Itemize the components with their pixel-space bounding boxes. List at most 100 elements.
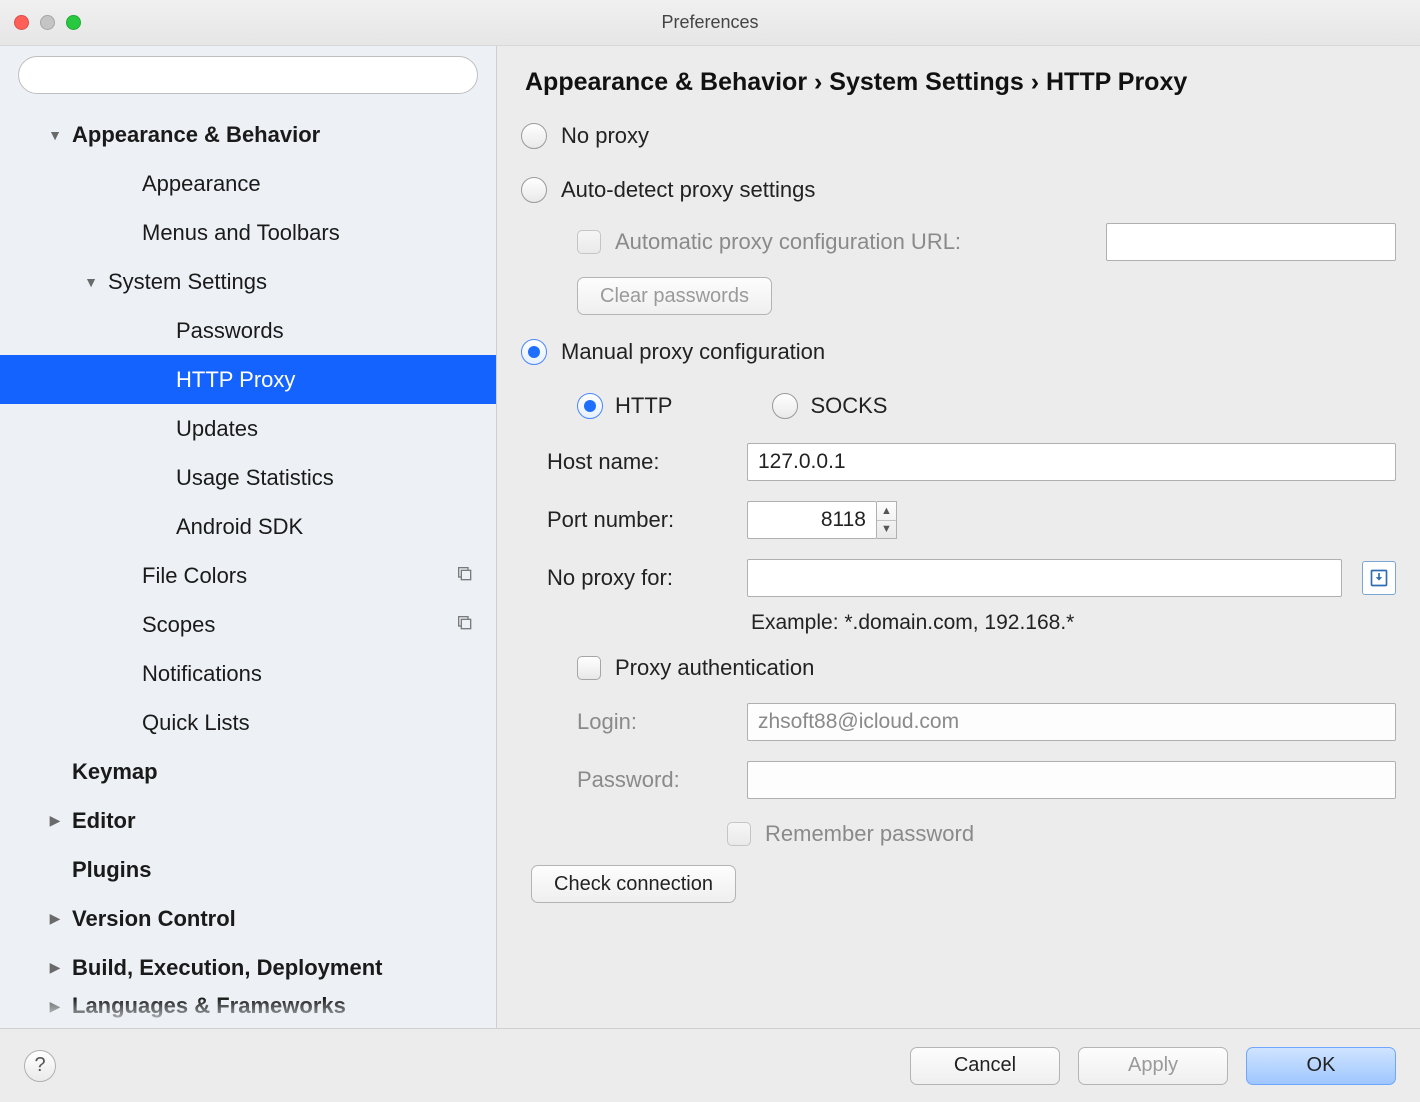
tree-item-label: Notifications [142, 661, 496, 687]
tree-item-keymap[interactable]: Keymap [0, 747, 496, 796]
tree-item-notifications[interactable]: Notifications [0, 649, 496, 698]
stepper-up-icon[interactable]: ▲ [877, 502, 896, 521]
arrow-spacer [114, 225, 136, 241]
settings-tree: ▼Appearance & Behavior Appearance Menus … [0, 104, 496, 1028]
host-name-input[interactable] [747, 443, 1396, 481]
no-proxy-for-input[interactable] [747, 559, 1342, 597]
expand-edit-button[interactable] [1362, 561, 1396, 595]
tree-item-plugins[interactable]: Plugins [0, 845, 496, 894]
socks-radio[interactable] [772, 393, 798, 419]
tree-item-http-proxy[interactable]: HTTP Proxy [0, 355, 496, 404]
tree-item-android-sdk[interactable]: Android SDK [0, 502, 496, 551]
chevron-right-icon: ▶ [44, 959, 66, 976]
port-number-stepper[interactable]: ▲ ▼ [747, 501, 897, 539]
arrow-spacer [148, 421, 170, 437]
tree-item-label: Build, Execution, Deployment [72, 955, 496, 981]
tree-item-updates[interactable]: Updates [0, 404, 496, 453]
no-proxy-example: Example: *.domain.com, 192.168.* [521, 611, 1396, 635]
sidebar-fade [0, 998, 496, 1028]
tree-item-label: Usage Statistics [176, 465, 496, 491]
tree-item-scopes[interactable]: Scopes [0, 600, 496, 649]
port-number-label: Port number: [547, 507, 727, 533]
arrow-spacer [114, 617, 136, 633]
http-radio[interactable] [577, 393, 603, 419]
remember-password-label: Remember password [765, 821, 974, 847]
arrow-spacer [44, 764, 66, 780]
arrow-spacer [114, 568, 136, 584]
password-label: Password: [577, 767, 727, 793]
proxy-auth-label: Proxy authentication [615, 655, 814, 681]
no-proxy-radio[interactable] [521, 123, 547, 149]
breadcrumb-b: System Settings [829, 68, 1024, 96]
arrow-spacer [114, 666, 136, 682]
auto-url-label: Automatic proxy configuration URL: [615, 229, 961, 255]
search-input[interactable] [18, 56, 478, 94]
chevron-right-icon: ▶ [44, 812, 66, 829]
main-panel: Appearance & Behavior › System Settings … [497, 46, 1420, 1028]
tree-item-label: Version Control [72, 906, 496, 932]
auto-detect-radio[interactable] [521, 177, 547, 203]
tree-item-usage-statistics[interactable]: Usage Statistics [0, 453, 496, 502]
ok-button[interactable]: OK [1246, 1047, 1396, 1085]
remember-password-checkbox [727, 822, 751, 846]
arrow-spacer [148, 372, 170, 388]
breadcrumb-a: Appearance & Behavior [525, 68, 807, 96]
auto-url-checkbox [577, 230, 601, 254]
port-number-input[interactable] [747, 501, 877, 539]
arrow-spacer [114, 715, 136, 731]
manual-proxy-radio[interactable] [521, 339, 547, 365]
host-name-label: Host name: [547, 449, 727, 475]
login-label: Login: [577, 709, 727, 735]
tree-item-label: Android SDK [176, 514, 496, 540]
chevron-down-icon: ▼ [80, 274, 102, 290]
chevron-right-icon: ▶ [44, 910, 66, 927]
proxy-auth-checkbox[interactable] [577, 656, 601, 680]
project-settings-icon [456, 614, 472, 635]
arrow-spacer [114, 176, 136, 192]
auto-detect-label: Auto-detect proxy settings [561, 177, 815, 203]
chevron-down-icon: ▼ [44, 127, 66, 143]
tree-item-passwords[interactable]: Passwords [0, 306, 496, 355]
no-proxy-for-label: No proxy for: [547, 565, 727, 591]
tree-item-file-colors[interactable]: File Colors [0, 551, 496, 600]
socks-radio-label: SOCKS [810, 393, 887, 419]
sidebar: ▼Appearance & Behavior Appearance Menus … [0, 46, 497, 1028]
check-connection-button[interactable]: Check connection [531, 865, 736, 903]
clear-passwords-button[interactable]: Clear passwords [577, 277, 772, 315]
password-input[interactable] [747, 761, 1396, 799]
tree-item-label: Plugins [72, 857, 496, 883]
no-proxy-label: No proxy [561, 123, 649, 149]
tree-item-label: Appearance [142, 171, 496, 197]
tree-item-label: Scopes [142, 612, 496, 638]
arrow-spacer [148, 519, 170, 535]
tree-item-label: Editor [72, 808, 496, 834]
tree-item-menus-toolbars[interactable]: Menus and Toolbars [0, 208, 496, 257]
tree-item-label: Updates [176, 416, 496, 442]
tree-item-version-control[interactable]: ▶ Version Control [0, 894, 496, 943]
login-input[interactable] [747, 703, 1396, 741]
manual-proxy-label: Manual proxy configuration [561, 339, 825, 365]
tree-item-label: Passwords [176, 318, 496, 344]
window-title: Preferences [0, 12, 1420, 33]
tree-item-label: Quick Lists [142, 710, 496, 736]
http-radio-label: HTTP [615, 393, 672, 419]
tree-item-quick-lists[interactable]: Quick Lists [0, 698, 496, 747]
stepper-down-icon[interactable]: ▼ [877, 521, 896, 539]
apply-button[interactable]: Apply [1078, 1047, 1228, 1085]
help-button[interactable]: ? [24, 1050, 56, 1082]
tree-item-editor[interactable]: ▶ Editor [0, 796, 496, 845]
cancel-button[interactable]: Cancel [910, 1047, 1060, 1085]
arrow-spacer [44, 862, 66, 878]
tree-item-appearance-behavior[interactable]: ▼Appearance & Behavior [0, 110, 496, 159]
tree-item-appearance[interactable]: Appearance [0, 159, 496, 208]
auto-url-input[interactable] [1106, 223, 1396, 261]
tree-item-label: HTTP Proxy [176, 367, 496, 393]
tree-item-label: Menus and Toolbars [142, 220, 496, 246]
breadcrumb-c: HTTP Proxy [1046, 68, 1187, 96]
tree-item-label: File Colors [142, 563, 496, 589]
tree-item-system-settings[interactable]: ▼ System Settings [0, 257, 496, 306]
project-settings-icon [456, 565, 472, 586]
tree-item-label: System Settings [108, 269, 496, 295]
preferences-window: Preferences ▼Appearance & Behavior Appea… [0, 0, 1420, 1102]
tree-item-build-exec-deploy[interactable]: ▶ Build, Execution, Deployment [0, 943, 496, 992]
